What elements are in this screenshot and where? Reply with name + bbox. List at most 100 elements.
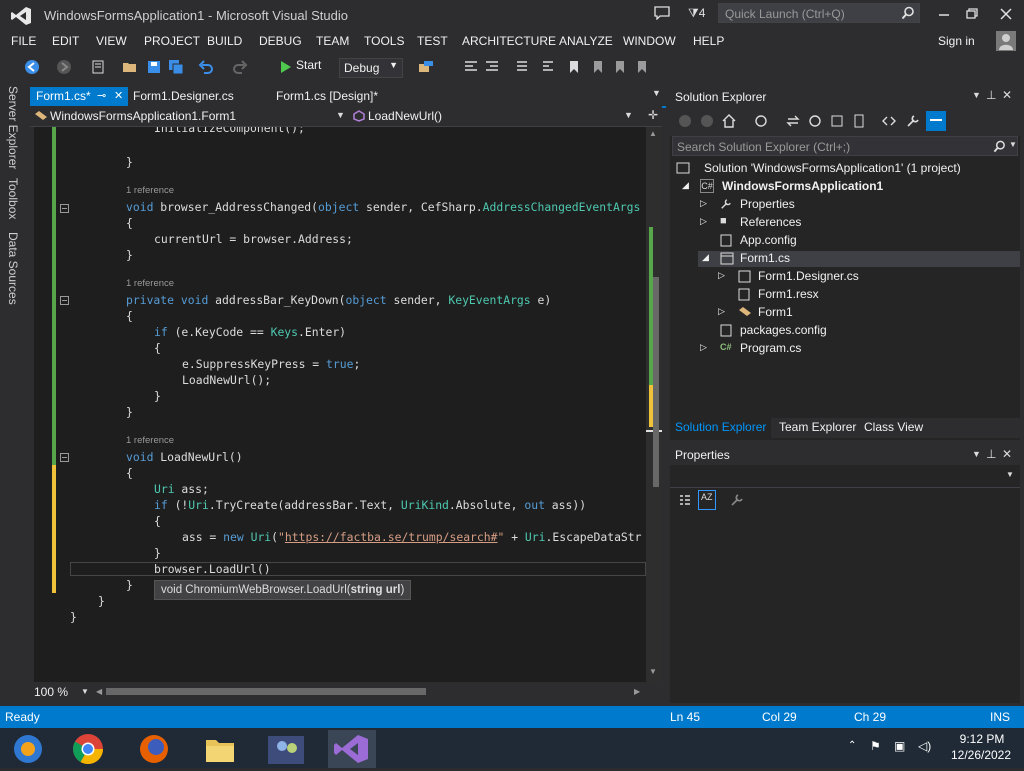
tree-item-form1-cs[interactable]: ◢ Form1.cs: [698, 251, 1020, 267]
pin-icon[interactable]: ⊸: [97, 87, 106, 106]
expanded-arrow-icon[interactable]: ◢: [702, 252, 709, 263]
tree-item-program-cs[interactable]: ▷ C# Program.cs: [698, 341, 978, 357]
clock-time[interactable]: 9:12 PM: [952, 732, 1012, 746]
taskbar-chrome[interactable]: [64, 730, 112, 768]
uncomment-icon[interactable]: [540, 59, 556, 75]
prev-bookmark-icon[interactable]: [590, 59, 606, 75]
url-link[interactable]: https://factba.se/trump/search#: [285, 530, 498, 544]
view-code-icon[interactable]: [882, 114, 896, 128]
clear-bookmark-icon[interactable]: [634, 59, 650, 75]
tree-item-form1-resx[interactable]: Form1.resx: [716, 287, 996, 303]
redo-icon[interactable]: [232, 59, 248, 75]
server-explorer-tab[interactable]: Server Explorer: [6, 86, 20, 169]
back-icon[interactable]: [678, 114, 692, 128]
next-bookmark-icon[interactable]: [612, 59, 628, 75]
menu-view[interactable]: VIEW: [96, 34, 127, 48]
collapsed-arrow-icon[interactable]: ▷: [700, 198, 707, 209]
tab-form1-design[interactable]: Form1.cs [Design]*: [270, 87, 384, 106]
tab-form1-cs[interactable]: Form1.cs* ⊸ ✕: [30, 87, 128, 106]
menu-architecture[interactable]: ARCHITECTURE: [462, 34, 556, 48]
menu-tools[interactable]: TOOLS: [364, 34, 404, 48]
data-sources-tab[interactable]: Data Sources: [6, 232, 20, 305]
codelens-reference[interactable]: 1 reference: [126, 435, 174, 446]
attach-icon[interactable]: [418, 59, 434, 75]
align-right-icon[interactable]: [484, 59, 500, 75]
codelens-reference[interactable]: 1 reference: [126, 185, 174, 196]
expanded-arrow-icon[interactable]: ◢: [682, 180, 689, 191]
zoom-select[interactable]: 100 %: [34, 685, 68, 699]
undo-icon[interactable]: [198, 59, 214, 75]
collapsed-arrow-icon[interactable]: ▷: [718, 306, 725, 317]
tree-item-project[interactable]: ◢ C# WindowsFormsApplication1: [680, 179, 980, 195]
collapse-toggle[interactable]: [60, 204, 69, 213]
chevron-down-icon[interactable]: ▼: [81, 687, 89, 696]
home-icon[interactable]: [722, 114, 736, 128]
back-icon[interactable]: [24, 59, 40, 75]
collapsed-arrow-icon[interactable]: ▷: [718, 270, 725, 281]
bookmark-icon[interactable]: [566, 59, 582, 75]
menu-analyze[interactable]: ANALYZE: [559, 34, 613, 48]
clock-date[interactable]: 12/26/2022: [946, 748, 1016, 762]
feedback-flag[interactable]: ⧩4: [688, 6, 705, 21]
split-icon[interactable]: ✛: [648, 108, 658, 122]
solution-explorer-search-input[interactable]: Search Solution Explorer (Ctrl+;) ▼: [672, 136, 1018, 156]
scroll-right-icon[interactable]: ▶: [634, 687, 640, 696]
tree-item-packages-config[interactable]: packages.config: [698, 323, 978, 339]
forward-icon[interactable]: [56, 59, 72, 75]
property-pages-wrench-icon[interactable]: [730, 493, 744, 507]
codelens-reference[interactable]: 1 reference: [126, 278, 174, 289]
chevron-down-icon[interactable]: ▼: [624, 110, 633, 120]
open-folder-icon[interactable]: [122, 59, 138, 75]
tree-item-properties[interactable]: ▷ Properties: [698, 197, 978, 213]
tree-item-form1-designer[interactable]: ▷ Form1.Designer.cs: [716, 269, 996, 285]
history-icon[interactable]: [754, 114, 768, 128]
taskbar-people-app[interactable]: [262, 730, 310, 768]
forward-icon[interactable]: [700, 114, 714, 128]
action-center-flag-icon[interactable]: ⚑: [870, 739, 881, 753]
show-hidden-icons-chevron-icon[interactable]: ⌃: [848, 740, 856, 751]
scroll-up-icon[interactable]: ▲: [649, 129, 657, 138]
editor-vertical-scrollbar[interactable]: ▲ ▼: [646, 127, 662, 682]
member-dropdown[interactable]: LoadNewUrl(): [368, 109, 442, 123]
start-play-icon[interactable]: [278, 59, 294, 75]
sync-icon[interactable]: [786, 114, 800, 128]
menu-team[interactable]: TEAM: [316, 34, 349, 48]
close-icon[interactable]: ✕: [1002, 447, 1012, 461]
tab-overflow-chevron-icon[interactable]: ▼: [652, 88, 661, 98]
network-icon[interactable]: ▣: [894, 739, 905, 753]
taskbar-file-explorer[interactable]: [196, 730, 244, 768]
restore-icon[interactable]: [962, 6, 982, 22]
chevron-down-icon[interactable]: ▼: [972, 90, 981, 100]
close-icon[interactable]: ✕: [1002, 88, 1012, 102]
horizontal-scrollbar-thumb[interactable]: [106, 688, 426, 695]
sign-in-link[interactable]: Sign in: [938, 34, 975, 48]
taskbar-visual-studio[interactable]: [328, 730, 376, 768]
tree-item-app-config[interactable]: App.config: [698, 233, 978, 249]
volume-icon[interactable]: ◁): [918, 739, 931, 753]
pin-icon[interactable]: ⊥: [986, 447, 996, 461]
align-left-icon[interactable]: [463, 59, 479, 75]
minimize-icon[interactable]: [934, 6, 954, 22]
tab-solution-explorer[interactable]: Solution Explorer: [670, 418, 772, 438]
new-project-icon[interactable]: [90, 59, 106, 75]
toolbox-tab[interactable]: Toolbox: [6, 178, 20, 219]
code-editor[interactable]: InitializeComponent(); } 1 reference voi…: [34, 127, 646, 682]
menu-edit[interactable]: EDIT: [52, 34, 79, 48]
refresh-icon[interactable]: [808, 114, 822, 128]
preview-toggle-button[interactable]: [926, 111, 946, 131]
save-icon[interactable]: [146, 59, 162, 75]
chevron-down-icon[interactable]: ▼: [1009, 140, 1017, 149]
scrollbar-thumb[interactable]: [653, 277, 659, 487]
properties-wrench-icon[interactable]: [906, 114, 920, 128]
collapsed-arrow-icon[interactable]: ▷: [700, 342, 707, 353]
menu-build[interactable]: BUILD: [207, 34, 242, 48]
menu-window[interactable]: WINDOW: [623, 34, 676, 48]
chevron-down-icon[interactable]: ▼: [336, 110, 345, 120]
categorized-icon[interactable]: [678, 493, 692, 507]
chevron-down-icon[interactable]: ▼: [972, 449, 981, 459]
notification-icon[interactable]: [654, 6, 670, 20]
menu-test[interactable]: TEST: [417, 34, 448, 48]
scroll-down-icon[interactable]: ▼: [649, 667, 657, 676]
chevron-down-icon[interactable]: ▼: [1006, 470, 1014, 479]
class-dropdown[interactable]: WindowsFormsApplication1.Form1: [50, 109, 236, 123]
